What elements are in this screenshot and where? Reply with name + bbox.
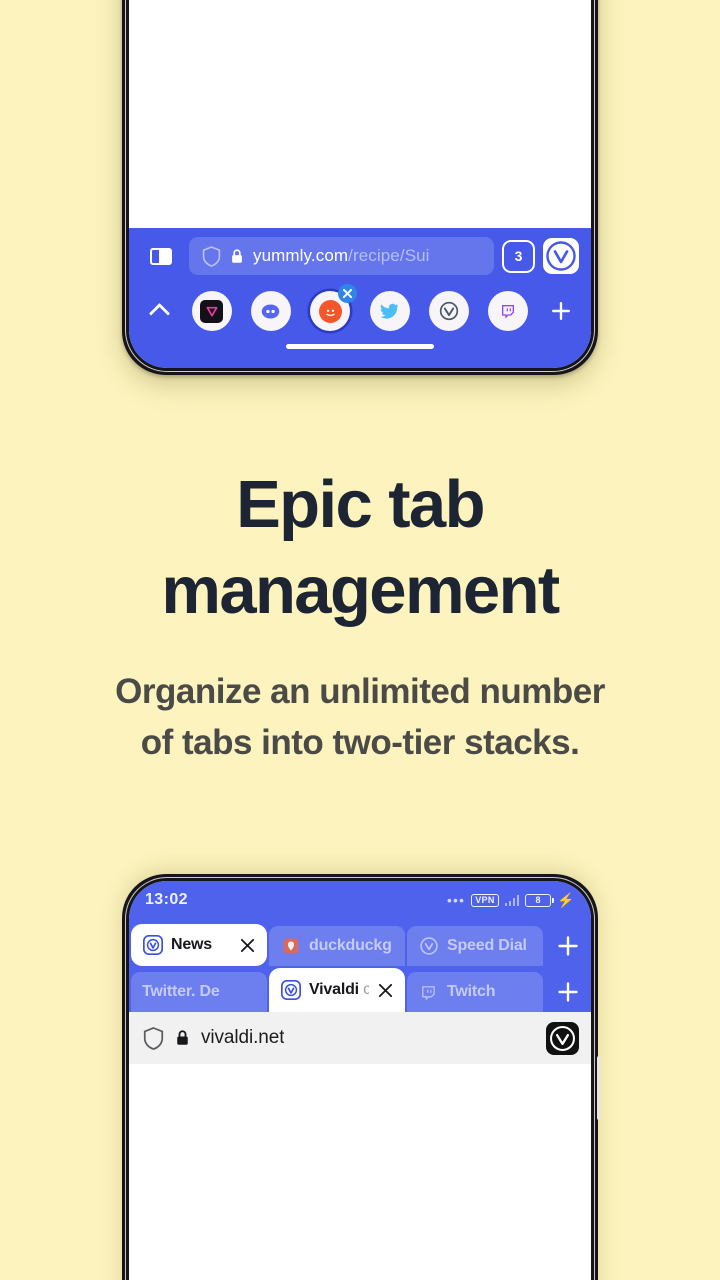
chevron-up-icon	[148, 302, 170, 325]
tab-title-main: Vivaldi	[309, 981, 364, 998]
url-domain: yummly.com	[253, 246, 349, 265]
webpage-content-area	[129, 1064, 591, 1280]
close-icon	[378, 983, 393, 997]
favicon-vivaldi-dark	[200, 299, 224, 323]
close-icon	[240, 938, 255, 952]
favicon-list	[182, 284, 538, 331]
headline-line-1: Epic tab	[236, 467, 485, 542]
tab-duckduckgo[interactable]: duckduckg	[269, 926, 405, 966]
plus-icon	[552, 302, 570, 320]
tab-favicon-discord[interactable]	[250, 291, 291, 331]
tab-title: News	[171, 936, 212, 953]
panel-toggle-button[interactable]	[141, 236, 181, 276]
bottom-phone-mockup: 13:02 ••• VPN 8 ⚡ News duckduckg Speed D…	[122, 874, 601, 1280]
favicon-vivaldi	[142, 935, 163, 956]
panel-toggle-icon	[150, 247, 172, 265]
vivaldi-menu-button[interactable]	[543, 238, 579, 274]
favicon-vivaldi	[418, 936, 439, 957]
favicon-twitch	[497, 300, 520, 323]
favicon-discord	[259, 300, 282, 323]
favicon-duckduckgo	[280, 936, 301, 957]
favicon-vivaldi	[437, 300, 460, 323]
favicon-twitter	[378, 300, 401, 323]
url-text: yummly.com/recipe/Sui	[253, 246, 430, 266]
shield-icon	[143, 1026, 164, 1050]
new-tab-button[interactable]	[541, 291, 581, 331]
new-tab-button-primary[interactable]	[545, 926, 591, 966]
plus-icon	[558, 982, 578, 1002]
status-bar-indicators: ••• VPN 8 ⚡	[447, 893, 575, 908]
webpage-content-area	[129, 0, 591, 228]
close-tab-button[interactable]	[239, 937, 256, 954]
tab-favicon-strip	[129, 284, 591, 338]
tab-favicon-vivaldi-dark[interactable]	[191, 291, 232, 331]
battery-icon: 8	[525, 893, 554, 907]
two-tier-tab-strip: News duckduckg Speed Dial Twitter. De Vi…	[129, 919, 591, 1012]
tab-count-button[interactable]: 3	[502, 239, 535, 273]
tab-title: duckduckg	[309, 937, 392, 954]
signal-bars-icon	[504, 894, 520, 906]
tab-title: Vivaldi co	[309, 981, 369, 999]
address-field[interactable]: yummly.com/recipe/Sui	[189, 237, 494, 275]
new-tab-button-secondary[interactable]	[545, 972, 591, 1012]
tab-title: Twitter. De	[142, 983, 220, 1000]
expand-tabbar-button[interactable]	[139, 291, 179, 331]
status-bar-clock: 13:02	[145, 891, 188, 908]
tab-vivaldi-com[interactable]: Vivaldi co	[269, 968, 405, 1012]
tab-favicon-twitch[interactable]	[488, 291, 529, 331]
plus-icon	[558, 936, 578, 956]
vivaldi-logo-icon	[546, 241, 576, 271]
shield-icon	[202, 245, 221, 267]
tab-twitch[interactable]: Twitch	[407, 972, 543, 1012]
marketing-copy: Epic tab management Organize an unlimite…	[0, 462, 720, 768]
home-indicator	[286, 344, 434, 349]
charging-bolt-icon: ⚡	[557, 892, 575, 908]
tab-title: Twitch	[447, 983, 496, 1000]
url-text: vivaldi.net	[201, 1027, 285, 1048]
tab-title: Speed Dial	[447, 937, 527, 954]
tab-count-label: 3	[514, 248, 523, 264]
power-button[interactable]	[596, 1056, 601, 1120]
tab-news[interactable]: News	[131, 924, 267, 966]
browser-toolbar: yummly.com/recipe/Sui 3	[129, 228, 591, 368]
lock-icon	[177, 1030, 188, 1045]
page-title: Epic tab management	[0, 462, 720, 634]
url-path: /recipe/Sui	[348, 246, 430, 265]
page-subtitle: Organize an unlimited number of tabs int…	[0, 666, 720, 769]
address-bar-row: yummly.com/recipe/Sui 3	[129, 228, 591, 284]
close-tab-button[interactable]	[338, 284, 358, 303]
vpn-badge: VPN	[471, 893, 499, 907]
close-icon	[343, 288, 353, 299]
lock-icon	[232, 248, 242, 263]
tab-twitter[interactable]: Twitter. De	[131, 972, 267, 1012]
status-bar: 13:02 ••• VPN 8 ⚡	[129, 881, 591, 919]
close-tab-button[interactable]	[377, 982, 394, 999]
subhead-line-1: Organize an unlimited number	[115, 671, 605, 711]
tab-favicon-reddit-selected[interactable]	[310, 284, 358, 331]
tab-title-tail: co	[363, 981, 369, 998]
more-dots-icon: •••	[447, 892, 466, 908]
headline-line-2: management	[161, 552, 560, 628]
favicon-twitch	[418, 982, 439, 1003]
tab-row-primary: News duckduckg Speed Dial	[129, 919, 591, 966]
top-phone-mockup: yummly.com/recipe/Sui 3	[122, 0, 598, 375]
bottom-phone-screen: 13:02 ••• VPN 8 ⚡ News duckduckg Speed D…	[129, 881, 591, 1280]
address-bar[interactable]: vivaldi.net	[129, 1012, 591, 1064]
favicon-reddit	[318, 299, 342, 323]
tab-favicon-vivaldi[interactable]	[428, 291, 469, 331]
battery-level-label: 8	[535, 895, 541, 905]
subhead-line-2: of tabs into two-tier stacks.	[140, 722, 580, 762]
vivaldi-menu-button[interactable]	[546, 1021, 579, 1055]
top-phone-screen: yummly.com/recipe/Sui 3	[129, 0, 591, 368]
tab-speed-dial[interactable]: Speed Dial	[407, 926, 543, 966]
favicon-vivaldi	[280, 980, 301, 1001]
tab-row-secondary: Twitter. De Vivaldi co	[129, 966, 591, 1012]
tab-favicon-twitter[interactable]	[369, 291, 410, 331]
vivaldi-logo-icon	[550, 1025, 575, 1051]
